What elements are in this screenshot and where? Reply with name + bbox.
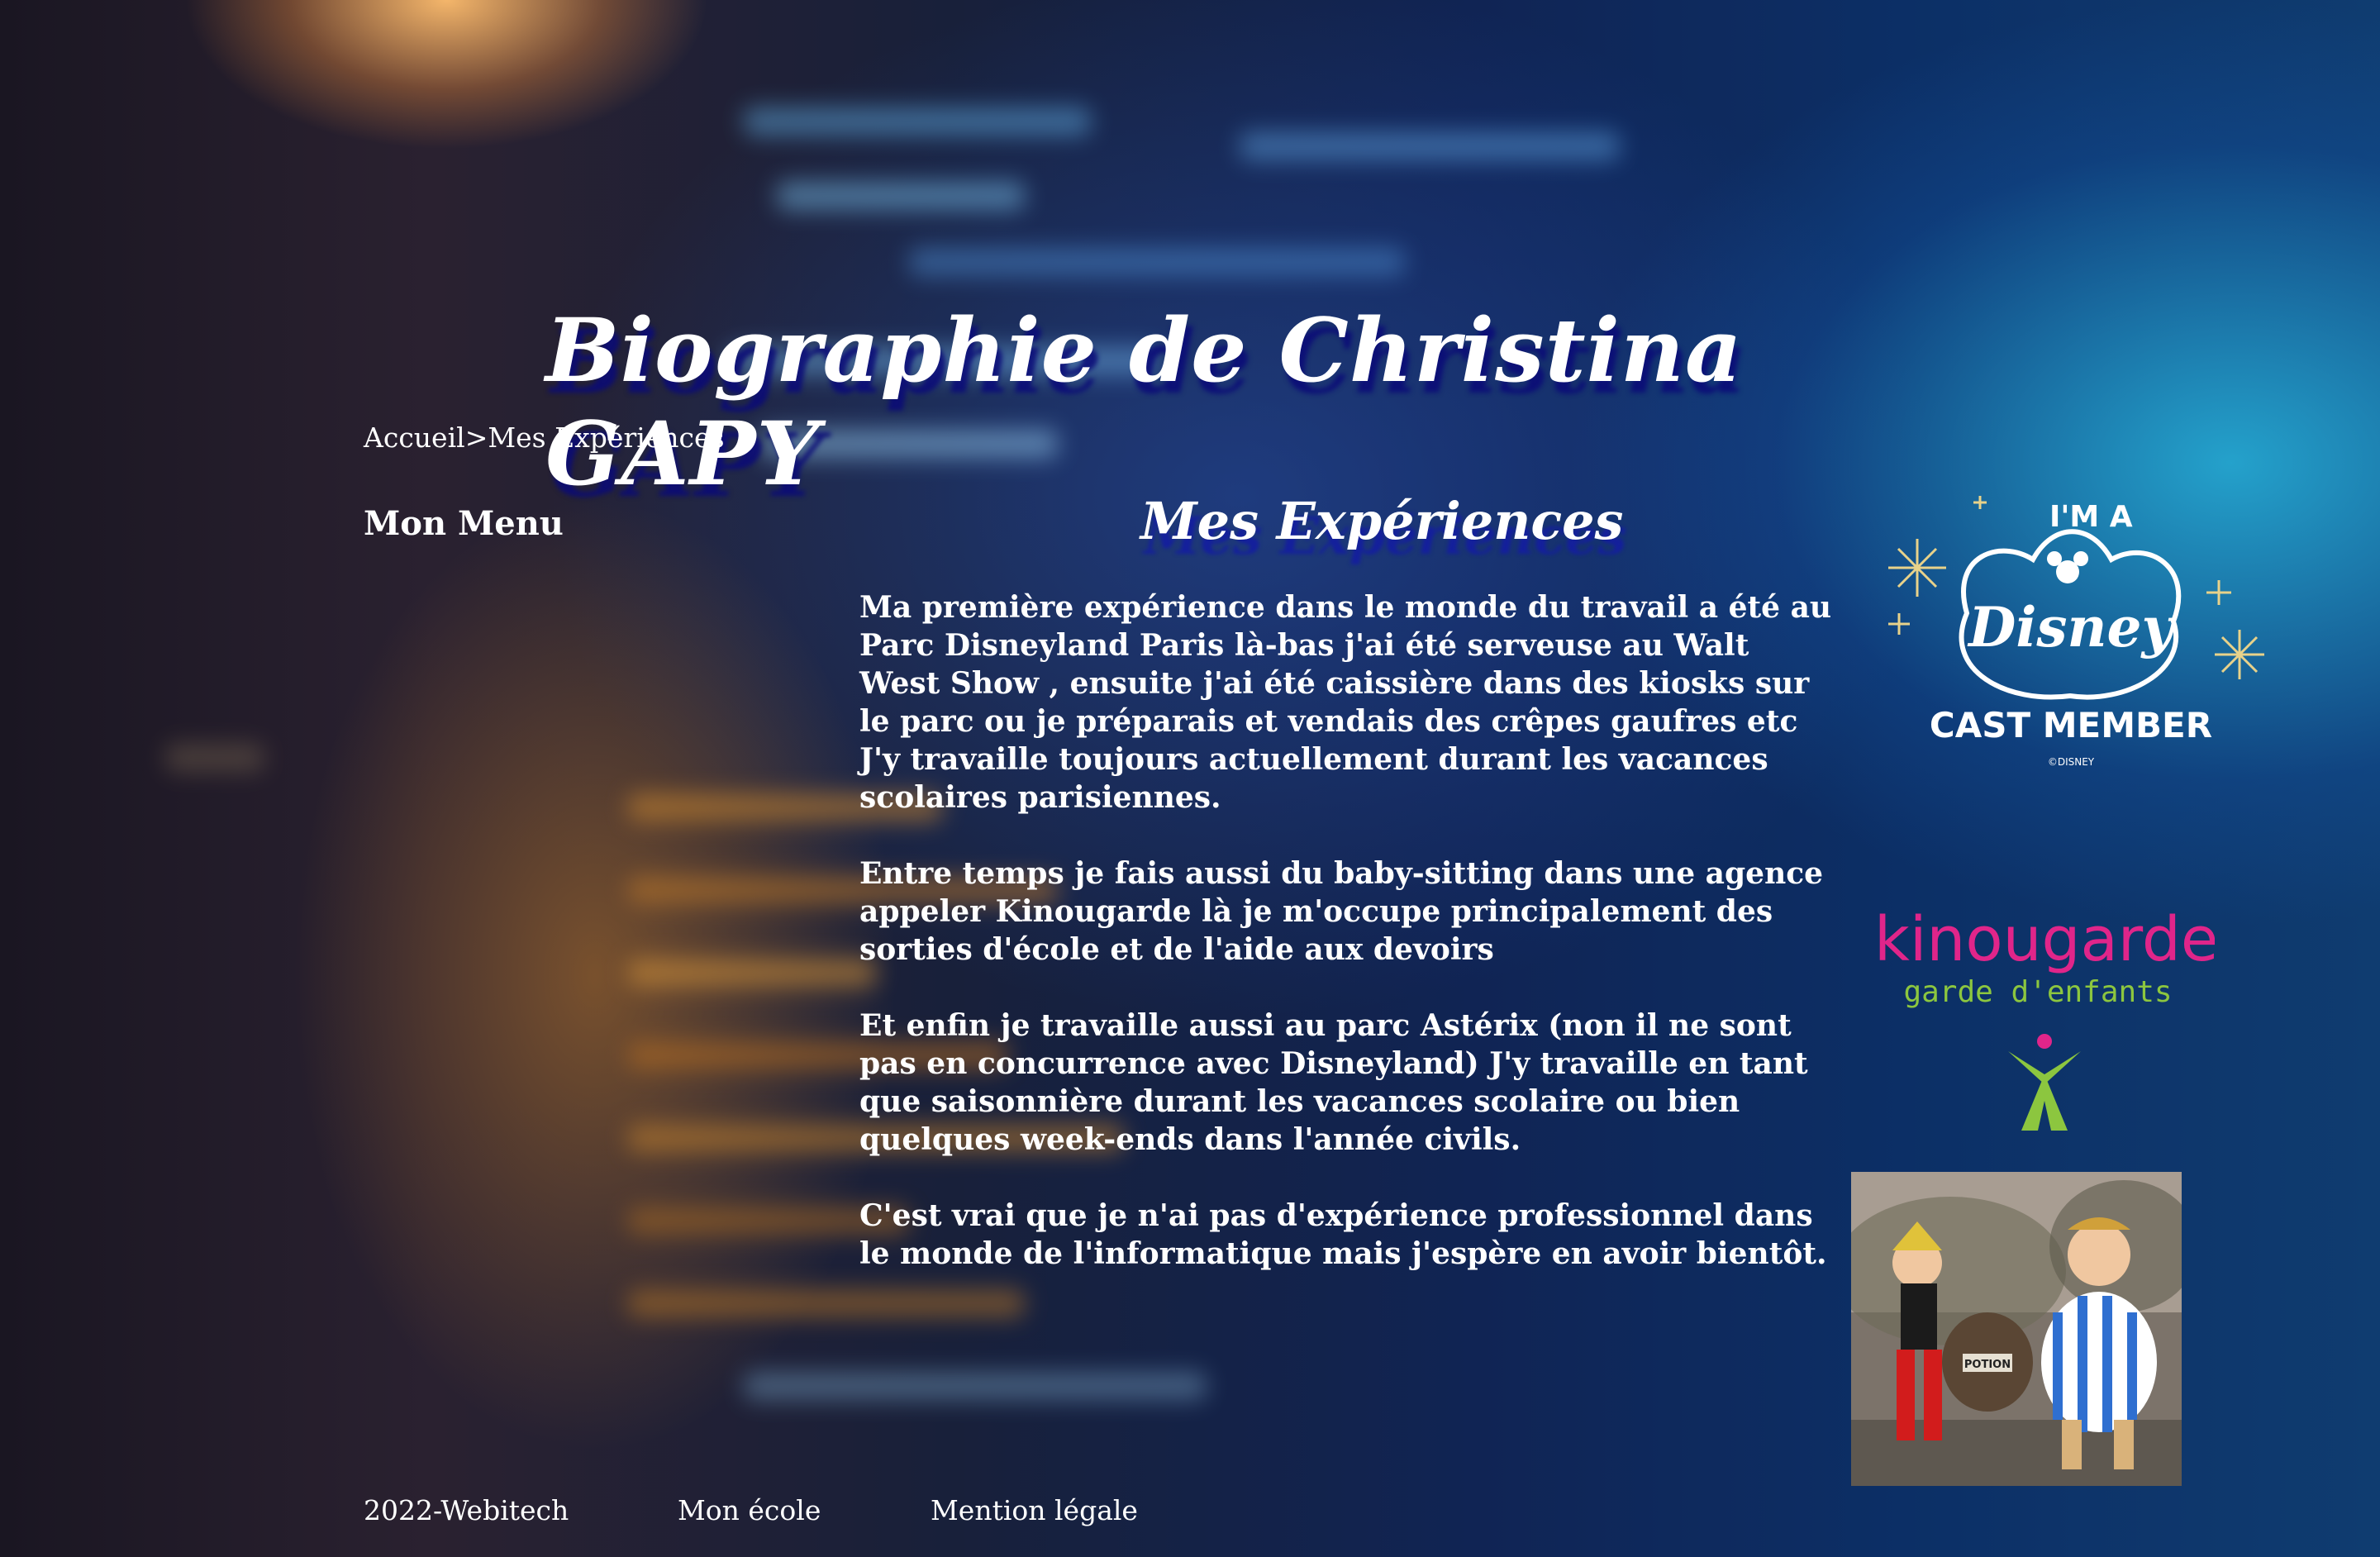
breadcrumb-separator: > [464,421,488,454]
potion-sign: POTION [1964,1359,2011,1371]
paragraph-disney-text: Ma première expérience dans le monde du … [859,590,1832,739]
kinougarde-figure-icon [2008,1034,2081,1131]
footer-link-school[interactable]: Mon école [678,1494,821,1526]
breadcrumb-current: Mes Expériences [488,421,725,454]
experience-text: Ma première expérience dans le monde du … [859,588,1835,1311]
footer-copyright: 2022-Webitech [364,1494,569,1526]
disney-cast-member-logo: I'M A Disney CAST MEMBER ©DISNEY [1876,489,2264,778]
breadcrumb: Accueil>Mes Expériences [364,421,725,454]
kinougarde-logo: kinougarde garde d'enfants [1868,904,2218,1149]
disney-logo-top: I'M A [2049,500,2133,534]
paragraph-it: C'est vrai que je n'ai pas d'expérience … [859,1198,1827,1271]
disney-logo-copyright: ©DISNEY [2048,756,2095,768]
kinougarde-brand: kinougarde [1874,909,2215,975]
disney-logo-bottom: CAST MEMBER [1930,705,2212,745]
asterix-park-photo: POTION [1851,1172,2182,1486]
disney-logo-brand: Disney [1967,595,2177,659]
section-heading: Mes Expériences [1140,491,1624,551]
kinougarde-tagline: garde d'enfants [1903,975,2172,1009]
breadcrumb-home-link[interactable]: Accueil [364,421,465,454]
page-title: Biographie de Christina GAPY [545,298,1743,506]
sidebar-menu-title: Mon Menu [364,504,564,543]
paragraph-disney: Ma première expérience dans le monde du … [859,588,1835,817]
paragraph-kinougarde: Entre temps je fais aussi du baby-sittin… [859,856,1824,967]
paragraph-asterix: Et enfin je travaille aussi au parc Asté… [859,1008,1808,1157]
paragraph-disney-current: J'y travaille toujours actuellement dura… [859,742,1768,815]
footer-link-legal[interactable]: Mention légale [931,1494,1138,1526]
